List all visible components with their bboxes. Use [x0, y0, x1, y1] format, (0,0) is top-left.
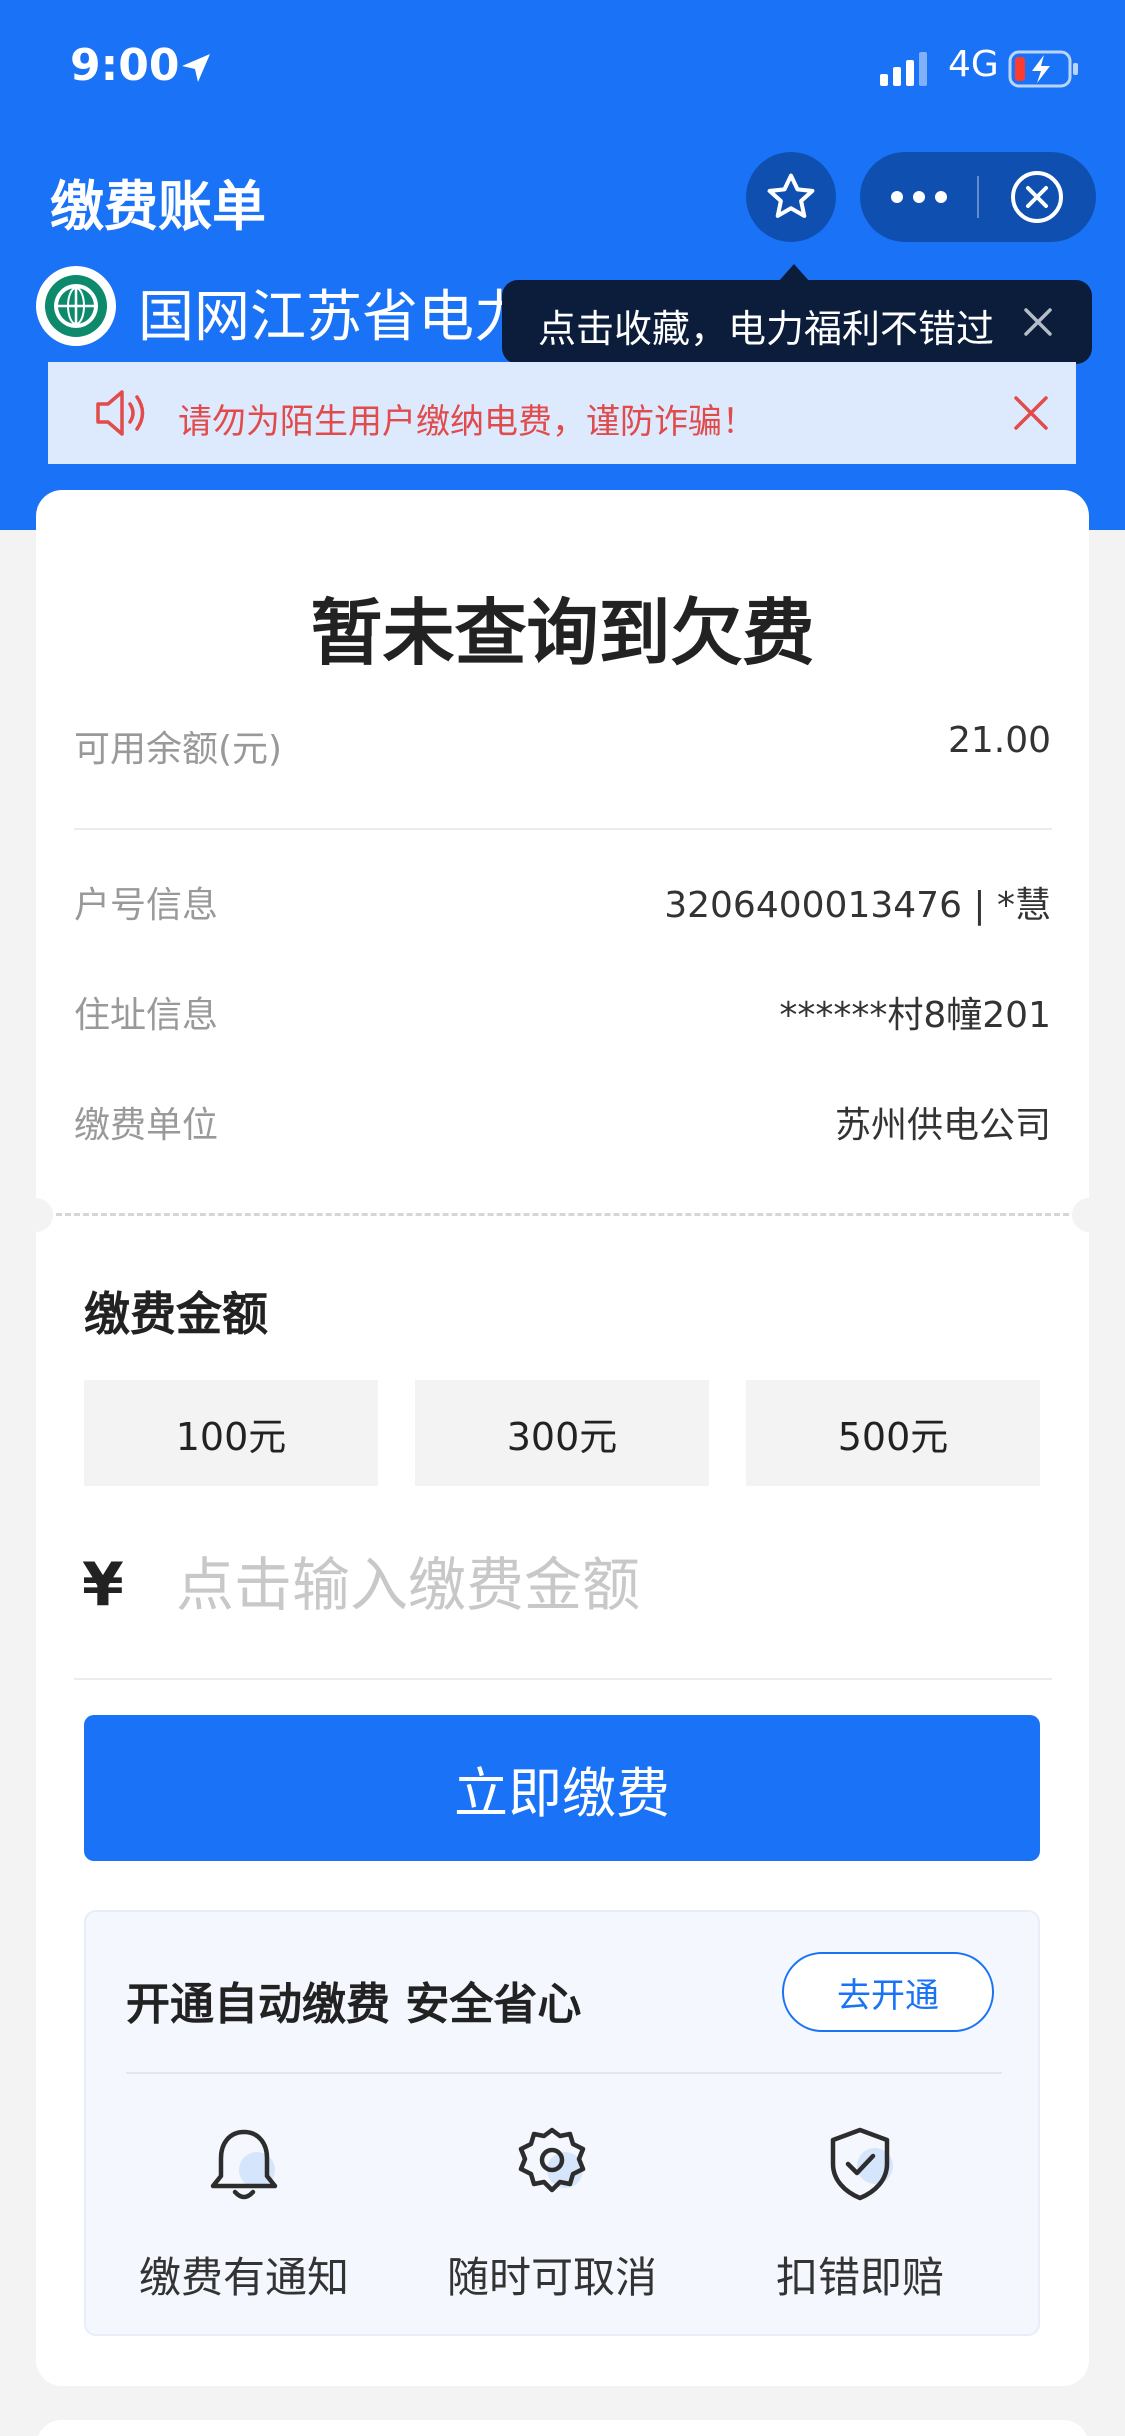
divider: [74, 828, 1052, 830]
account-value: 3206400013476 | *慧: [664, 885, 1051, 926]
enable-auto-pay-button[interactable]: 去开通: [782, 1952, 994, 2032]
warning-text: 请勿为陌生用户缴纳电费，谨防诈骗！: [178, 402, 756, 442]
status-time: 9:00: [70, 40, 180, 91]
bill-status-headline: 暂未查询到欠费: [310, 591, 815, 675]
speaker-icon: [96, 390, 145, 436]
close-mini-program-button[interactable]: [978, 152, 1096, 242]
network-type: 4G: [948, 44, 999, 85]
feature-compensation: 扣错即赔: [710, 2120, 1010, 2305]
feature-label: 扣错即赔: [775, 2253, 944, 2302]
more-button[interactable]: [860, 152, 978, 242]
bell-icon: [210, 2129, 278, 2200]
cellular-signal-icon: [880, 52, 927, 86]
feature-label: 缴费有通知: [138, 2253, 349, 2302]
pay-now-button[interactable]: 立即缴费: [84, 1715, 1040, 1861]
favorite-tooltip: 点击收藏，电力福利不错过: [502, 280, 1092, 364]
star-icon: [767, 173, 815, 218]
balance-label: 可用余额(元): [74, 729, 283, 770]
tooltip-text: 点击收藏，电力福利不错过: [538, 307, 995, 351]
payment-amount-title: 缴费金额: [84, 1287, 268, 1341]
auto-pay-divider: [126, 2072, 1002, 2074]
favorite-button[interactable]: [746, 152, 836, 242]
tooltip-close-icon[interactable]: [1014, 298, 1062, 346]
balance-value: 21.00: [947, 720, 1051, 761]
location-arrow-icon: [182, 54, 210, 82]
currency-symbol: ¥: [82, 1550, 124, 1620]
amount-input[interactable]: [176, 1540, 1036, 1630]
feature-cancel-anytime: 随时可取消: [402, 2120, 702, 2305]
amount-option-300[interactable]: 300元: [415, 1380, 709, 1486]
feature-label: 随时可取消: [446, 2253, 657, 2302]
unit-value: 苏州供电公司: [834, 1105, 1051, 1146]
warning-close-icon[interactable]: [1010, 392, 1052, 434]
bill-card: 暂未查询到欠费 可用余额(元) 21.00 户号信息 3206400013476…: [19, 490, 1106, 2386]
page-title: 缴费账单: [50, 175, 266, 238]
gear-icon: [518, 2127, 586, 2193]
feature-notification: 缴费有通知: [94, 2120, 394, 2305]
amount-option-500[interactable]: 500元: [746, 1380, 1040, 1486]
battery-charging-icon: [1008, 50, 1078, 88]
next-card-peek: [36, 2420, 1089, 2436]
status-bar: 9:00 4G: [0, 0, 1125, 140]
fraud-warning-banner: 请勿为陌生用户缴纳电费，谨防诈骗！: [48, 362, 1076, 464]
amount-option-100[interactable]: 100元: [84, 1380, 378, 1486]
auto-pay-panel: 开通自动缴费 安全省心 去开通 缴费有通知 随时可取消 扣错即赔: [84, 1910, 1040, 2336]
mini-program-capsule: [860, 152, 1096, 242]
dashed-separator: [56, 1213, 1069, 1216]
unit-label: 缴费单位: [74, 1105, 219, 1146]
address-label: 住址信息: [74, 995, 219, 1036]
account-label: 户号信息: [74, 885, 219, 926]
auto-pay-title: 开通自动缴费 安全省心: [126, 1979, 582, 2030]
input-underline: [74, 1678, 1052, 1680]
state-grid-logo-icon: [45, 275, 107, 337]
more-dots-icon: [891, 191, 947, 203]
shield-check-icon: [830, 2127, 893, 2201]
ticket-notch-left: [19, 1198, 53, 1232]
close-circle-icon: [1011, 171, 1063, 223]
company-logo: [36, 266, 116, 346]
address-value: ******村8幢201: [779, 995, 1051, 1036]
ticket-notch-right: [1072, 1198, 1106, 1232]
